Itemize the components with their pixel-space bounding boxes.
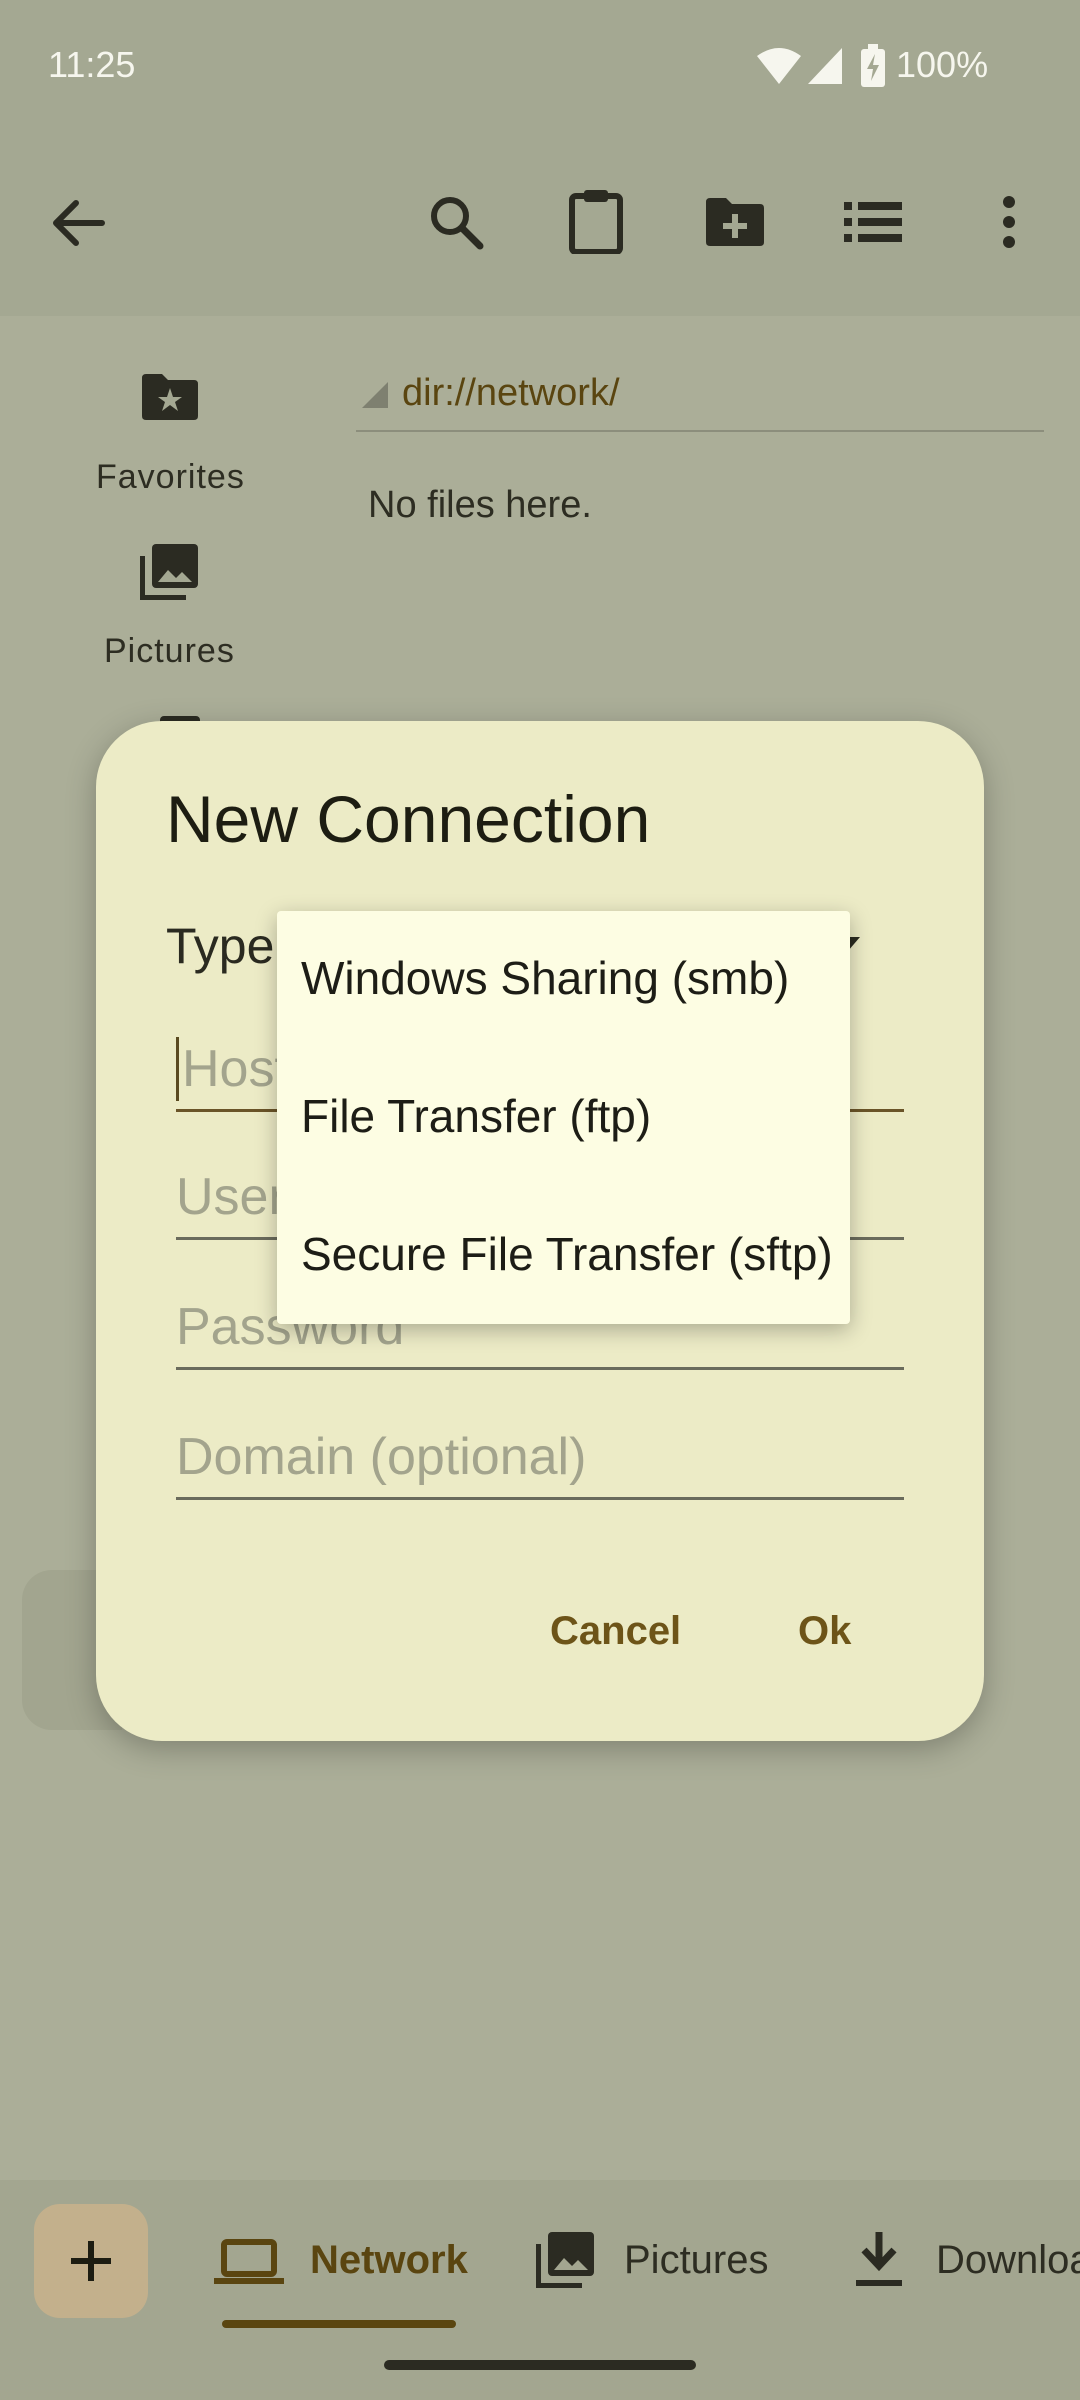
new-folder-icon[interactable] — [704, 196, 766, 248]
bottom-navigation: Network Pictures Downloa — [0, 2180, 1080, 2400]
option-smb[interactable]: Windows Sharing (smb) — [301, 951, 789, 1005]
add-icon — [71, 2241, 111, 2281]
clipboard-icon[interactable] — [568, 188, 624, 254]
gesture-nav-handle[interactable] — [384, 2360, 696, 2370]
dialog-title: New Connection — [166, 782, 651, 856]
list-view-icon[interactable] — [844, 200, 902, 244]
ok-button[interactable]: Ok — [798, 1609, 851, 1654]
battery-percent: 100% — [896, 44, 989, 85]
back-arrow-icon[interactable] — [52, 198, 106, 248]
more-vert-icon[interactable] — [998, 194, 1020, 250]
path-corner-icon — [362, 382, 388, 408]
battery-charging-icon — [861, 44, 885, 87]
domain-field[interactable]: Domain (optional) — [176, 1421, 904, 1500]
favorites-folder-icon[interactable] — [140, 372, 200, 422]
host-placeholder: Host — [182, 1040, 289, 1098]
sidebar-item-favorites[interactable]: Favorites — [96, 458, 245, 497]
empty-message: No files here. — [368, 484, 592, 526]
cancel-button[interactable]: Cancel — [550, 1609, 681, 1654]
tab-pictures-label: Pictures — [624, 2238, 769, 2282]
status-time: 11:25 — [48, 44, 136, 85]
search-icon[interactable] — [428, 194, 484, 250]
tab-downloads-label: Downloa — [936, 2238, 1080, 2282]
username-placeholder: User — [176, 1168, 286, 1226]
status-bar: 11:25 100% — [0, 0, 1080, 130]
wifi-icon — [757, 48, 801, 84]
pictures-icon[interactable] — [140, 542, 200, 600]
selected-tab-indicator — [222, 2320, 456, 2328]
cellular-signal-icon — [808, 48, 842, 84]
text-cursor — [176, 1037, 179, 1101]
laptop-icon — [214, 2239, 284, 2284]
path-text[interactable]: dir://network/ — [402, 372, 620, 415]
pictures-icon — [536, 2232, 594, 2288]
add-fab[interactable] — [34, 2204, 148, 2318]
sidebar-item-pictures[interactable]: Pictures — [104, 632, 235, 671]
tab-network-label: Network — [310, 2238, 468, 2282]
app-bar — [0, 130, 1080, 316]
connection-type-dropdown: Windows Sharing (smb) File Transfer (ftp… — [277, 911, 850, 1324]
type-label: Type — [166, 918, 275, 974]
option-ftp[interactable]: File Transfer (ftp) — [301, 1089, 651, 1143]
domain-placeholder: Domain (optional) — [176, 1428, 587, 1486]
download-icon — [856, 2232, 902, 2286]
option-sftp[interactable]: Secure File Transfer (sftp) — [301, 1227, 833, 1281]
path-underline — [356, 430, 1044, 432]
